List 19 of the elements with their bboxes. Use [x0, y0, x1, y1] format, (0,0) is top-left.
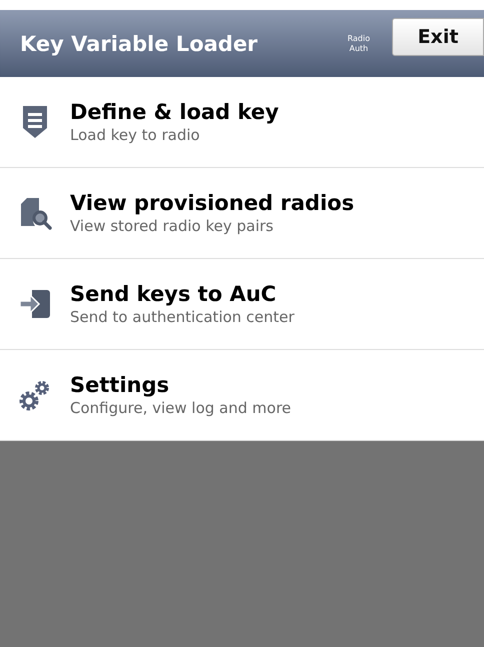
- menu-item-title: View provisioned radios: [70, 191, 354, 215]
- menu-item[interactable]: Send keys to AuC Send to authentication center: [0, 259, 484, 350]
- menu-item-title: Send keys to AuC: [70, 282, 278, 306]
- menu-item[interactable]: Define & load key Load key to radio: [0, 77, 484, 168]
- app-title: Key Variable Loader: [20, 32, 258, 56]
- status-label: Radio: [348, 34, 370, 44]
- enter-arrow-icon: [18, 288, 52, 320]
- menu-item-subtitle: Send to authentication center: [70, 308, 294, 326]
- menu-item-subtitle: Configure, view log and more: [70, 399, 292, 417]
- menu-item-subtitle: View stored radio key pairs: [70, 217, 274, 235]
- menu-item[interactable]: View provisioned radios View stored radio key pairs: [0, 168, 484, 259]
- menu-item-title: Define & load key: [70, 100, 279, 124]
- menu-item-subtitle: Load key to radio: [70, 126, 201, 144]
- menu-item-title: Settings: [70, 373, 170, 397]
- status-label: Auth: [349, 44, 368, 54]
- document-search-icon: [18, 196, 52, 230]
- shield-icon: [20, 104, 50, 140]
- gears-icon: [19, 379, 51, 411]
- exit-button[interactable]: Exit: [392, 18, 484, 56]
